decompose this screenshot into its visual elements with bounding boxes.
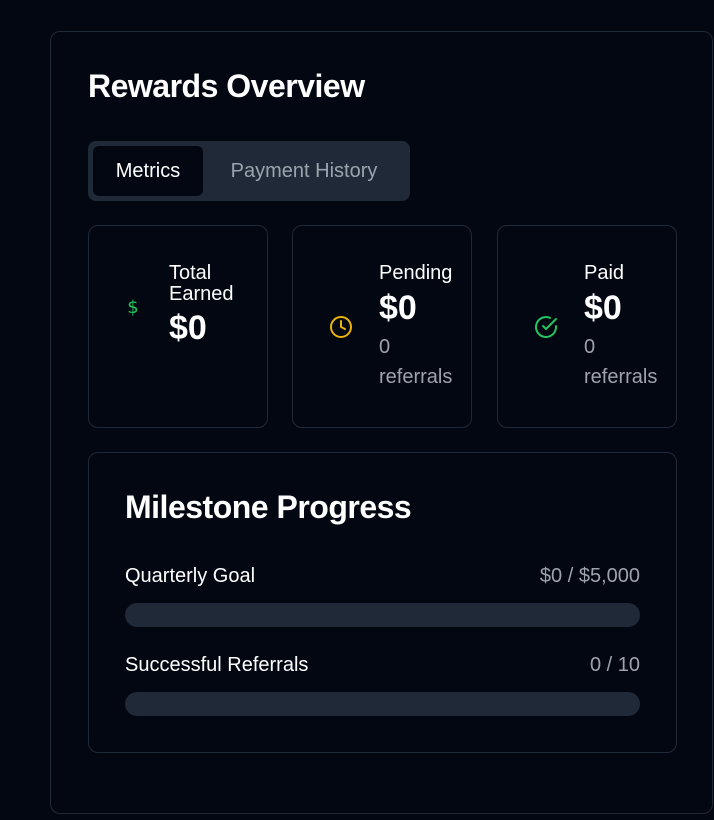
- stat-card-paid: Paid $0 0 referrals: [497, 225, 677, 428]
- milestone-row-quarterly-goal: Quarterly Goal $0 / $5,000: [125, 565, 640, 593]
- progress-bar-successful-referrals: [125, 692, 640, 716]
- stat-sub: 0 referrals: [379, 336, 453, 388]
- tab-metrics[interactable]: Metrics: [93, 146, 203, 196]
- stat-amount: $0: [379, 289, 417, 327]
- stat-label: Total Earned: [169, 262, 234, 305]
- stat-label: Pending: [379, 262, 453, 284]
- rewards-overview-card: Rewards Overview Metrics Payment History…: [50, 31, 713, 814]
- milestone-row-successful-referrals: Successful Referrals 0 / 10: [125, 654, 640, 682]
- stat-amount: $0: [584, 289, 622, 327]
- progress-bar-quarterly-goal: [125, 603, 640, 627]
- check-circle-icon: [534, 315, 558, 339]
- tab-list: Metrics Payment History: [88, 141, 410, 201]
- milestone-title: Milestone Progress: [125, 489, 412, 525]
- milestone-value: $0 / $5,000: [539, 565, 640, 587]
- milestone-value: 0 / 10: [589, 654, 640, 676]
- milestone-progress-card: Milestone Progress Quarterly Goal $0 / $…: [88, 452, 677, 753]
- milestone-label: Successful Referrals: [125, 654, 309, 676]
- clock-icon: [329, 315, 353, 339]
- stat-amount: $0: [169, 309, 207, 347]
- stat-card-total-earned: $ Total Earned $0: [88, 225, 268, 428]
- dollar-icon: $: [127, 296, 139, 318]
- page-title: Rewards Overview: [88, 68, 365, 104]
- stat-card-pending: Pending $0 0 referrals: [292, 225, 472, 428]
- stat-sub: 0 referrals: [584, 336, 658, 388]
- milestone-label: Quarterly Goal: [125, 565, 256, 587]
- tab-payment-history[interactable]: Payment History: [203, 146, 405, 196]
- stat-label: Paid: [584, 262, 625, 284]
